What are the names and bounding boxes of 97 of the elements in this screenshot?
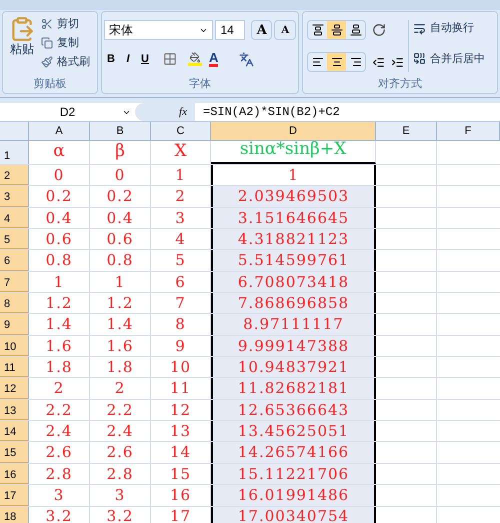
table-cell: 2.2	[29, 400, 90, 420]
table-cell: 11.82682181	[211, 378, 376, 399]
row-header[interactable]: 9	[0, 314, 29, 335]
column-header[interactable]: E	[376, 122, 437, 140]
column-header[interactable]: A	[29, 122, 90, 140]
table-cell: 1.4	[29, 314, 90, 335]
table-cell: 0.6	[90, 229, 151, 250]
table-cell: 0.6	[29, 229, 90, 250]
table-cell: 3.2	[90, 506, 151, 523]
table-cell: 10.94837921	[211, 357, 376, 378]
row-header[interactable]: 4	[0, 208, 29, 228]
group-label: 字体	[188, 79, 212, 90]
row-header[interactable]: 6	[0, 250, 29, 271]
table-cell: 2.4	[90, 421, 151, 442]
row-header[interactable]: 11	[0, 357, 29, 378]
table-cell: α	[29, 141, 90, 164]
table-cell: 1	[29, 272, 90, 292]
group-label: 对齐方式	[377, 79, 423, 90]
table-cell: 1.8	[90, 357, 151, 378]
table-cell: 12.65366643	[211, 400, 376, 420]
table-cell: 3	[29, 485, 90, 506]
table-cell: 1.6	[29, 336, 90, 356]
group-label: 剪贴板	[32, 79, 68, 90]
underline-button[interactable]: U	[138, 50, 152, 68]
table-cell: 13.45625051	[211, 421, 376, 442]
font-color-button[interactable]: A	[209, 51, 218, 67]
font-size-field[interactable]: 14	[215, 20, 245, 40]
table-cell: 0.2	[29, 186, 90, 207]
table-cell: 2.039469503	[211, 186, 376, 207]
table-cell: 15.11221706	[211, 464, 376, 484]
table-cell: 2.6	[90, 442, 151, 463]
row-header[interactable]: 17	[0, 485, 29, 506]
table-cell: 7.868696858	[211, 293, 376, 314]
table-cell: X	[151, 141, 211, 164]
bold-button[interactable]: B	[104, 50, 118, 68]
table-cell: 0.8	[90, 250, 151, 271]
table-cell: 1.6	[90, 336, 151, 356]
table-cell: 8.97111117	[211, 314, 376, 335]
table-cell: 2	[29, 378, 90, 399]
table-cell: 0	[29, 165, 90, 186]
table-cell: 1.8	[29, 357, 90, 378]
row-header[interactable]: 14	[0, 421, 29, 442]
table-cell: 2.8	[29, 464, 90, 484]
table-cell: 0.4	[29, 208, 90, 228]
table-cell: 3.151646645	[211, 208, 376, 228]
table-cell: 0.8	[29, 250, 90, 271]
table-cell: 2	[90, 378, 151, 399]
font-name-field[interactable]: 宋体	[104, 20, 214, 40]
row-header[interactable]: 7	[0, 272, 29, 292]
row-header[interactable]: 10	[0, 336, 29, 356]
table-cell: 0	[90, 165, 151, 186]
column-header[interactable]: F	[437, 122, 500, 140]
paste-button[interactable]: 粘贴	[7, 16, 37, 70]
table-cell: 9.999147388	[211, 336, 376, 356]
format-button[interactable]: 格式刷	[41, 54, 90, 70]
name-box[interactable]: D2	[0, 103, 135, 121]
table-cell: 1.2	[90, 293, 151, 314]
row-header[interactable]: 16	[0, 464, 29, 484]
formula-text: =SIN(A2)*SIN(B2)+C2	[202, 104, 340, 121]
table-cell: 6.708073418	[211, 272, 376, 292]
row-header[interactable]: 15	[0, 442, 29, 463]
table-cell: 4.318821123	[211, 229, 376, 250]
table-cell: 16.01991486	[211, 485, 376, 506]
copy-button[interactable]: 复制	[41, 35, 90, 51]
table-cell: 2.2	[90, 400, 151, 420]
table-cell: 14.26574166	[211, 442, 376, 463]
table-cell: 5.514599761	[211, 250, 376, 271]
table-cell: 0.2	[90, 186, 151, 207]
column-header[interactable]: D	[211, 122, 376, 140]
column-header[interactable]: B	[90, 122, 151, 140]
merge-center-button[interactable]: 合并后居中	[413, 50, 485, 67]
grow-font-button[interactable]: A	[250, 20, 272, 40]
row-header[interactable]: 13	[0, 400, 29, 420]
row-header[interactable]: 12	[0, 378, 29, 399]
row-header[interactable]: 2	[0, 165, 29, 186]
row-header[interactable]: 1	[0, 141, 29, 164]
table-cell: 3.2	[29, 506, 90, 523]
table-cell: 0.4	[90, 208, 151, 228]
row-header[interactable]: 3	[0, 186, 29, 207]
table-cell: 17.00340754	[211, 506, 376, 523]
table-cell: 1	[90, 272, 151, 292]
table-cell: 1.4	[90, 314, 151, 335]
shrink-font-button[interactable]: A	[274, 20, 296, 40]
table-cell: 1	[211, 165, 376, 186]
wrap-text-button[interactable]: 自动换行	[413, 20, 485, 36]
table-cell: 1.2	[29, 293, 90, 314]
row-header[interactable]: 18	[0, 506, 29, 523]
fx-label[interactable]: fx	[179, 104, 187, 120]
row-header[interactable]: 5	[0, 229, 29, 250]
table-cell: 3	[90, 485, 151, 506]
table-cell: 2.4	[29, 421, 90, 442]
table-cell: 2.6	[29, 442, 90, 463]
row-header[interactable]: 8	[0, 293, 29, 314]
table-cell: β	[90, 141, 151, 164]
italic-button[interactable]: I	[121, 50, 135, 68]
cut-button[interactable]: 剪切	[41, 16, 90, 32]
table-cell: 2.8	[90, 464, 151, 484]
